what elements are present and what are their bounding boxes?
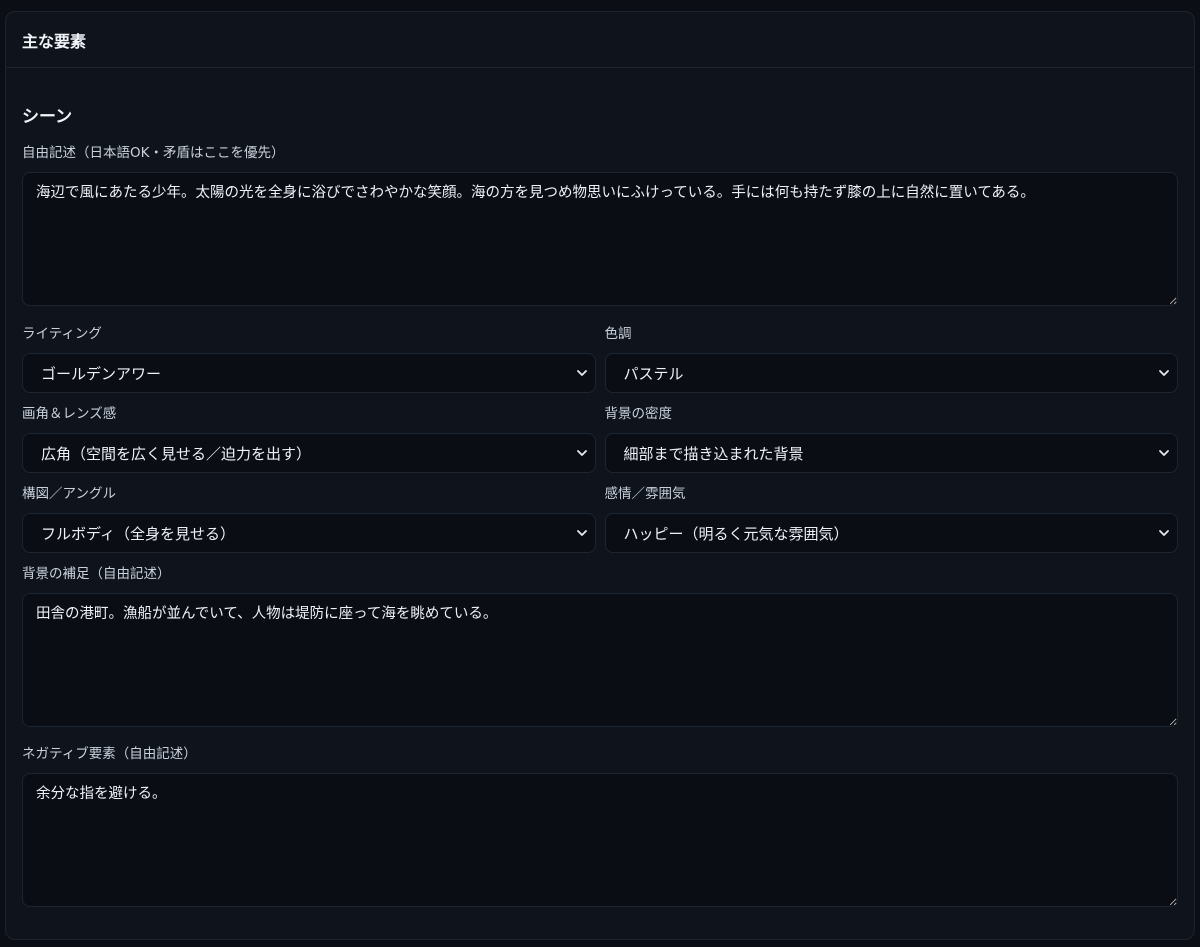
composition-field: 構図／アングル フルボディ（全身を見せる） <box>22 485 596 553</box>
free-text-textarea[interactable]: 海辺で風にあたる少年。太陽の光を全身に浴びでさわやかな笑顔。海の方を見つめ物思い… <box>22 172 1178 306</box>
negative-label: ネガティブ要素（自由記述） <box>22 746 197 762</box>
composition-select-value: フルボディ（全身を見せる） <box>22 513 596 553</box>
panel-title: 主な要素 <box>22 31 87 51</box>
lighting-select[interactable]: ゴールデンアワー <box>22 353 596 393</box>
composition-select[interactable]: フルボディ（全身を見せる） <box>22 513 596 553</box>
emotion-label: 感情／雰囲気 <box>604 486 686 502</box>
angle-lens-label: 画角＆レンズ感 <box>22 406 117 422</box>
section-title-scene: シーン <box>22 107 73 127</box>
color-tone-select-value: パステル <box>604 353 1178 393</box>
chevron-down-icon <box>576 450 587 456</box>
emotion-select-value: ハッピー（明るく元気な雰囲気） <box>604 513 1178 553</box>
background-density-select[interactable]: 細部まで描き込まれた背景 <box>604 433 1178 473</box>
angle-lens-select-value: 広角（空間を広く見せる／迫力を出す） <box>22 433 596 473</box>
lighting-label: ライティング <box>22 326 102 342</box>
emotion-field: 感情／雰囲気 ハッピー（明るく元気な雰囲気） <box>604 485 1178 553</box>
panel-body: シーン 自由記述（日本語OK・矛盾はここを優先） 海辺で風にあたる少年。太陽の光… <box>6 68 1194 907</box>
color-tone-select[interactable]: パステル <box>604 353 1178 393</box>
emotion-select[interactable]: ハッピー（明るく元気な雰囲気） <box>604 513 1178 553</box>
background-density-label: 背景の密度 <box>604 406 673 422</box>
color-tone-label: 色調 <box>604 326 632 342</box>
background-density-select-value: 細部まで描き込まれた背景 <box>604 433 1178 473</box>
lighting-field: ライティング ゴールデンアワー <box>22 325 596 393</box>
row-lighting-color: ライティング ゴールデンアワー 色調 パステル <box>22 325 1178 393</box>
background-note-textarea[interactable]: 田舎の港町。漁船が並んでいて、人物は堤防に座って海を眺めている。 <box>22 593 1178 727</box>
composition-label: 構図／アングル <box>22 486 116 502</box>
chevron-down-icon <box>576 370 587 376</box>
lighting-select-value: ゴールデンアワー <box>22 353 596 393</box>
row-composition-emotion: 構図／アングル フルボディ（全身を見せる） 感情／雰囲気 ハッピー（明るく元気な… <box>22 485 1178 553</box>
chevron-down-icon <box>1159 450 1169 456</box>
chevron-down-icon <box>1159 530 1169 536</box>
angle-lens-field: 画角＆レンズ感 広角（空間を広く見せる／迫力を出す） <box>22 405 596 473</box>
color-tone-field: 色調 パステル <box>604 325 1178 393</box>
background-density-field: 背景の密度 細部まで描き込まれた背景 <box>604 405 1178 473</box>
free-text-label: 自由記述（日本語OK・矛盾はここを優先） <box>22 145 285 161</box>
row-angle-density: 画角＆レンズ感 広角（空間を広く見せる／迫力を出す） 背景の密度 細部まで描き込… <box>22 405 1178 473</box>
negative-textarea[interactable]: 余分な指を避ける。 <box>22 773 1178 907</box>
chevron-down-icon <box>1159 370 1169 376</box>
main-elements-panel: 主な要素 シーン 自由記述（日本語OK・矛盾はここを優先） 海辺で風にあたる少年… <box>5 11 1195 940</box>
angle-lens-select[interactable]: 広角（空間を広く見せる／迫力を出す） <box>22 433 596 473</box>
chevron-down-icon <box>576 530 587 536</box>
background-note-label: 背景の補足（自由記述） <box>22 566 171 582</box>
panel-header: 主な要素 <box>6 12 1194 68</box>
